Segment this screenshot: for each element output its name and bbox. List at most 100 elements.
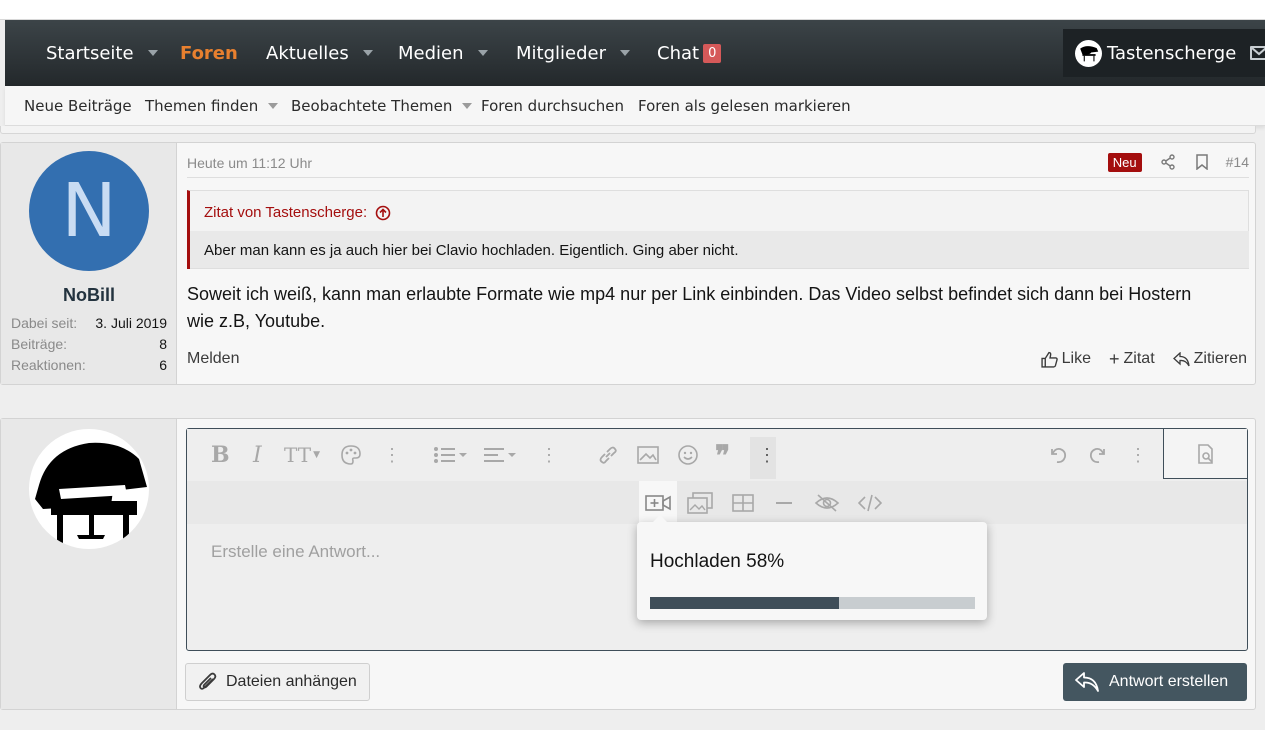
previous-post-edge [0, 126, 1256, 134]
bold-icon[interactable]: B [211, 442, 230, 468]
more-vertical-icon[interactable]: ⋮ [1129, 444, 1147, 466]
share-icon[interactable] [1158, 152, 1178, 172]
more-vertical-icon[interactable]: ⋮ [758, 444, 776, 466]
report-link[interactable]: Melden [187, 350, 239, 368]
palette-icon[interactable] [340, 444, 362, 466]
subnav-beobachtete-themen[interactable]: Beobachtete Themen [291, 86, 473, 126]
preview-icon [1197, 443, 1213, 464]
popup-caret [653, 515, 667, 522]
image-icon[interactable] [637, 444, 659, 466]
main-navbar: Startseite Foren Aktuelles Medien Mitgli… [5, 20, 1265, 86]
redo-icon[interactable] [1087, 444, 1109, 466]
post-text-line: wie z.B, Youtube. [187, 311, 326, 331]
chevron-down-icon[interactable] [268, 103, 279, 109]
code-icon[interactable] [858, 491, 882, 515]
paperclip-icon [199, 672, 217, 690]
text-size-icon[interactable]: TT ▼ [284, 443, 320, 467]
bookmark-icon[interactable] [1192, 152, 1212, 172]
subnav-label: Foren durchsuchen [481, 97, 625, 115]
chevron-down-icon[interactable] [147, 50, 158, 56]
user-name: Tastenscherge [1107, 42, 1237, 64]
nav-startseite[interactable]: Startseite [46, 20, 158, 86]
video-insert-icon[interactable] [645, 491, 671, 515]
reply-icon [1075, 672, 1099, 692]
reply-placeholder[interactable]: Erstelle eine Antwort... [211, 542, 380, 562]
italic-icon[interactable]: I [253, 443, 262, 468]
nav-chat[interactable]: Chat 0 [657, 20, 722, 86]
stat-key: Reaktionen: [11, 357, 86, 373]
chevron-down-icon[interactable] [462, 103, 473, 109]
top-band [0, 0, 1265, 20]
post: N NoBill Dabei seit: 3. Juli 2019 Beiträ… [0, 142, 1256, 385]
post-reactions: Like + Zitat Zitieren [1041, 350, 1247, 368]
stat-value: 3. Juli 2019 [95, 315, 167, 331]
quote-icon[interactable]: ❞ [715, 439, 730, 472]
subnav-label: Beobachtete Themen [291, 97, 453, 115]
zitat-button[interactable]: + Zitat [1109, 350, 1155, 368]
stat-value: 6 [159, 357, 167, 373]
nav-medien[interactable]: Medien [398, 20, 488, 86]
reply-user-info [1, 419, 177, 709]
username[interactable]: NoBill [1, 285, 177, 306]
nav-label: Aktuelles [266, 42, 349, 64]
envelope-icon[interactable] [1250, 46, 1265, 60]
nav-aktuelles[interactable]: Aktuelles [266, 20, 373, 86]
upload-status: Hochladen 58% [650, 551, 785, 572]
subnav-foren-gelesen[interactable]: Foren als gelesen markieren [638, 86, 851, 126]
sub-navbar: Neue Beiträge Themen finden Beobachtete … [5, 86, 1265, 126]
stat-key: Dabei seit: [11, 315, 78, 331]
nav-foren[interactable]: Foren [180, 20, 238, 86]
more-vertical-icon[interactable]: ⋮ [540, 444, 558, 466]
spoiler-icon[interactable] [814, 491, 840, 515]
stat-value: 8 [159, 336, 167, 352]
editor-toolbar-more [187, 481, 1247, 524]
submit-label: Antwort erstellen [1109, 673, 1229, 690]
subnav-label: Neue Beiträge [24, 97, 132, 115]
editor-toolbar: B I TT ▼ ⋮ ⋮ ❞ ⋮ ⋮ [187, 429, 1247, 481]
gallery-icon[interactable] [687, 491, 713, 515]
like-label: Like [1061, 350, 1091, 367]
piano-icon [35, 442, 147, 543]
link-icon[interactable] [597, 444, 619, 466]
subnav-themen-finden[interactable]: Themen finden [145, 86, 279, 126]
post-number[interactable]: #14 [1226, 154, 1249, 170]
arrow-up-circle-icon[interactable] [375, 205, 391, 221]
more-vertical-icon[interactable]: ⋮ [383, 444, 401, 466]
post-text: Soweit ich weiß, kann man erlaubte Forma… [187, 281, 1249, 335]
chat-count-badge: 0 [703, 43, 722, 63]
chevron-down-icon[interactable] [477, 50, 488, 56]
like-button[interactable]: Like [1041, 350, 1091, 368]
quote-author[interactable]: Zitat von Tastenscherge: [204, 204, 391, 221]
avatar[interactable] [29, 429, 149, 549]
quote-author-label: Zitat von Tastenscherge: [204, 204, 368, 221]
attach-files-button[interactable]: Dateien anhängen [185, 663, 370, 701]
list-icon[interactable] [433, 444, 467, 466]
post-footer: Melden Like + Zitat Zitieren [187, 350, 1249, 370]
undo-icon[interactable] [1047, 444, 1069, 466]
user-menu[interactable]: Tastenscherge [1063, 29, 1265, 77]
post-user-info: N NoBill Dabei seit: 3. Juli 2019 Beiträ… [1, 143, 177, 384]
avatar[interactable]: N [29, 151, 149, 271]
nav-label: Foren [180, 42, 238, 64]
table-icon[interactable] [732, 491, 754, 515]
post-date[interactable]: Heute um 11:12 Uhr [187, 155, 312, 171]
chevron-down-icon[interactable] [362, 50, 373, 56]
quote-text: Aber man kann es ja auch hier bei Clavio… [190, 231, 1249, 269]
chevron-down-icon[interactable] [620, 50, 630, 56]
subnav-foren-durchsuchen[interactable]: Foren durchsuchen [481, 86, 624, 126]
divider [187, 177, 1249, 178]
avatar-letter: N [61, 168, 117, 254]
smiley-icon[interactable] [677, 444, 699, 466]
preview-button[interactable] [1163, 429, 1247, 479]
submit-reply-button[interactable]: Antwort erstellen [1063, 663, 1247, 701]
upload-progress-fill [650, 597, 839, 609]
horizontal-rule-icon[interactable] [775, 491, 793, 515]
subnav-neue-beitraege[interactable]: Neue Beiträge [24, 86, 132, 126]
reply-button[interactable]: Zitieren [1172, 350, 1247, 368]
post-text-line: Soweit ich weiß, kann man erlaubte Forma… [187, 284, 1192, 304]
nav-label: Medien [398, 42, 464, 64]
post-main: Heute um 11:12 Uhr Neu #14 Zitat von Tas… [187, 143, 1249, 384]
subnav-label: Themen finden [145, 97, 259, 115]
align-icon[interactable] [484, 444, 518, 466]
nav-mitglieder[interactable]: Mitglieder [516, 20, 630, 86]
